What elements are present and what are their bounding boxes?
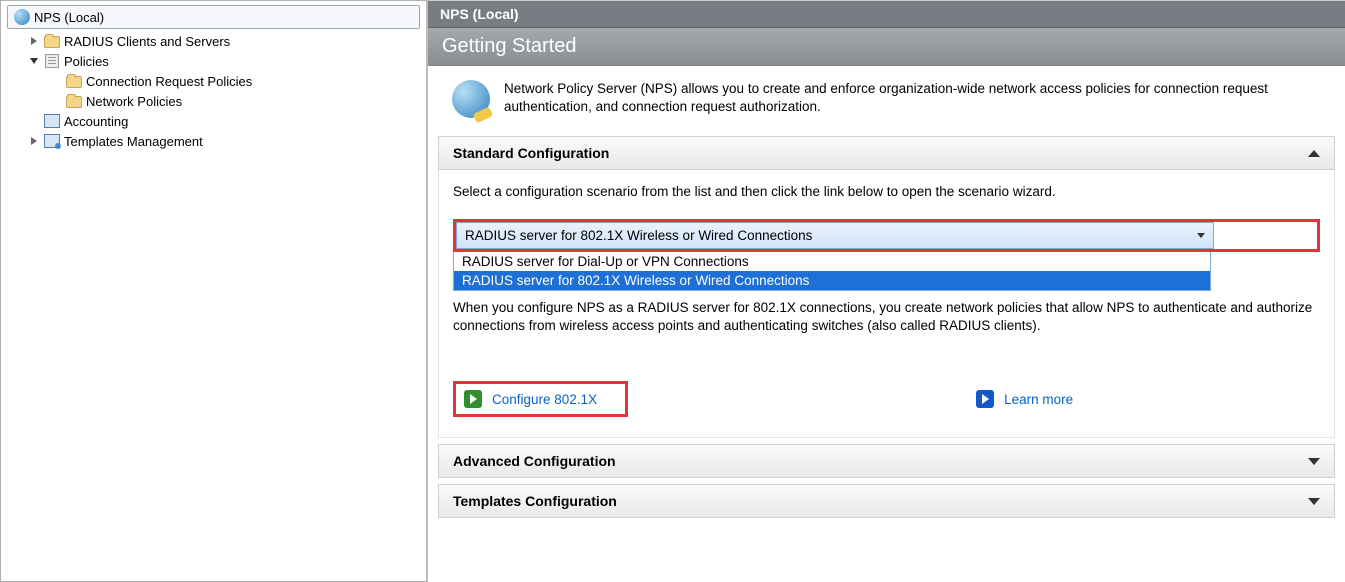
folder-icon	[66, 96, 82, 108]
navigation-tree: NPS (Local) RADIUS Clients and Servers P…	[0, 0, 428, 582]
templates-icon	[44, 134, 60, 148]
folder-icon	[44, 36, 60, 48]
scenario-combobox-list: RADIUS server for Dial-Up or VPN Connect…	[453, 252, 1211, 291]
tree-label: NPS (Local)	[34, 10, 104, 25]
tree-node-network-policies[interactable]: Network Policies	[7, 91, 420, 111]
intro-row: Network Policy Server (NPS) allows you t…	[428, 66, 1345, 130]
tree-node-radius-clients[interactable]: RADIUS Clients and Servers	[7, 31, 420, 51]
standard-config-header[interactable]: Standard Configuration	[438, 136, 1335, 170]
chevron-up-icon	[1308, 150, 1320, 157]
tree-label: Network Policies	[86, 94, 182, 109]
collapse-icon[interactable]	[27, 55, 40, 68]
content-pane: NPS (Local) Getting Started Network Poli…	[428, 0, 1345, 582]
section-standard-configuration: Standard Configuration Select a configur…	[438, 136, 1335, 438]
learn-more-link[interactable]: Learn more	[968, 384, 1101, 414]
chevron-down-icon	[1197, 233, 1205, 238]
tree-label: Templates Management	[64, 134, 203, 149]
nps-intro-icon	[452, 80, 490, 118]
combobox-value: RADIUS server for 802.1X Wireless or Wir…	[465, 228, 812, 243]
getting-started-header: Getting Started	[428, 28, 1345, 66]
tree-node-accounting[interactable]: Accounting	[7, 111, 420, 131]
tree-label: Accounting	[64, 114, 128, 129]
expand-icon[interactable]	[27, 35, 40, 48]
content-title: NPS (Local)	[440, 6, 519, 22]
expand-icon[interactable]	[27, 135, 40, 148]
combobox-option-dialup-vpn[interactable]: RADIUS server for Dial-Up or VPN Connect…	[454, 252, 1210, 271]
section-advanced-configuration: Advanced Configuration	[438, 444, 1335, 478]
combobox-option-8021x[interactable]: RADIUS server for 802.1X Wireless or Wir…	[454, 271, 1210, 290]
folder-icon	[66, 76, 82, 88]
templates-config-header[interactable]: Templates Configuration	[438, 484, 1335, 518]
tree-label: RADIUS Clients and Servers	[64, 34, 230, 49]
highlight-configure-link: Configure 802.1X	[453, 381, 628, 417]
highlight-scenario-combo: RADIUS server for 802.1X Wireless or Wir…	[453, 219, 1320, 252]
tree-label: Policies	[64, 54, 109, 69]
tree-node-policies[interactable]: Policies	[7, 51, 420, 71]
policy-icon	[45, 54, 59, 68]
scenario-prompt: Select a configuration scenario from the…	[453, 184, 1320, 199]
section-templates-configuration: Templates Configuration	[438, 484, 1335, 518]
chevron-down-icon	[1308, 498, 1320, 505]
advanced-config-header[interactable]: Advanced Configuration	[438, 444, 1335, 478]
tree-node-nps-root[interactable]: NPS (Local)	[7, 5, 420, 29]
nps-globe-icon	[14, 9, 30, 25]
tree-node-connection-request-policies[interactable]: Connection Request Policies	[7, 71, 420, 91]
arrow-right-icon	[976, 390, 994, 408]
chevron-down-icon	[1308, 458, 1320, 465]
tree-node-templates-management[interactable]: Templates Management	[7, 131, 420, 151]
scenario-combobox[interactable]: RADIUS server for 802.1X Wireless or Wir…	[456, 222, 1214, 249]
intro-text: Network Policy Server (NPS) allows you t…	[504, 80, 1327, 116]
accounting-icon	[44, 114, 60, 128]
scenario-description: When you configure NPS as a RADIUS serve…	[453, 299, 1320, 335]
arrow-right-icon	[464, 390, 482, 408]
configure-8021x-link[interactable]: Configure 802.1X	[456, 384, 625, 414]
content-title-bar: NPS (Local)	[428, 1, 1345, 28]
tree-label: Connection Request Policies	[86, 74, 252, 89]
